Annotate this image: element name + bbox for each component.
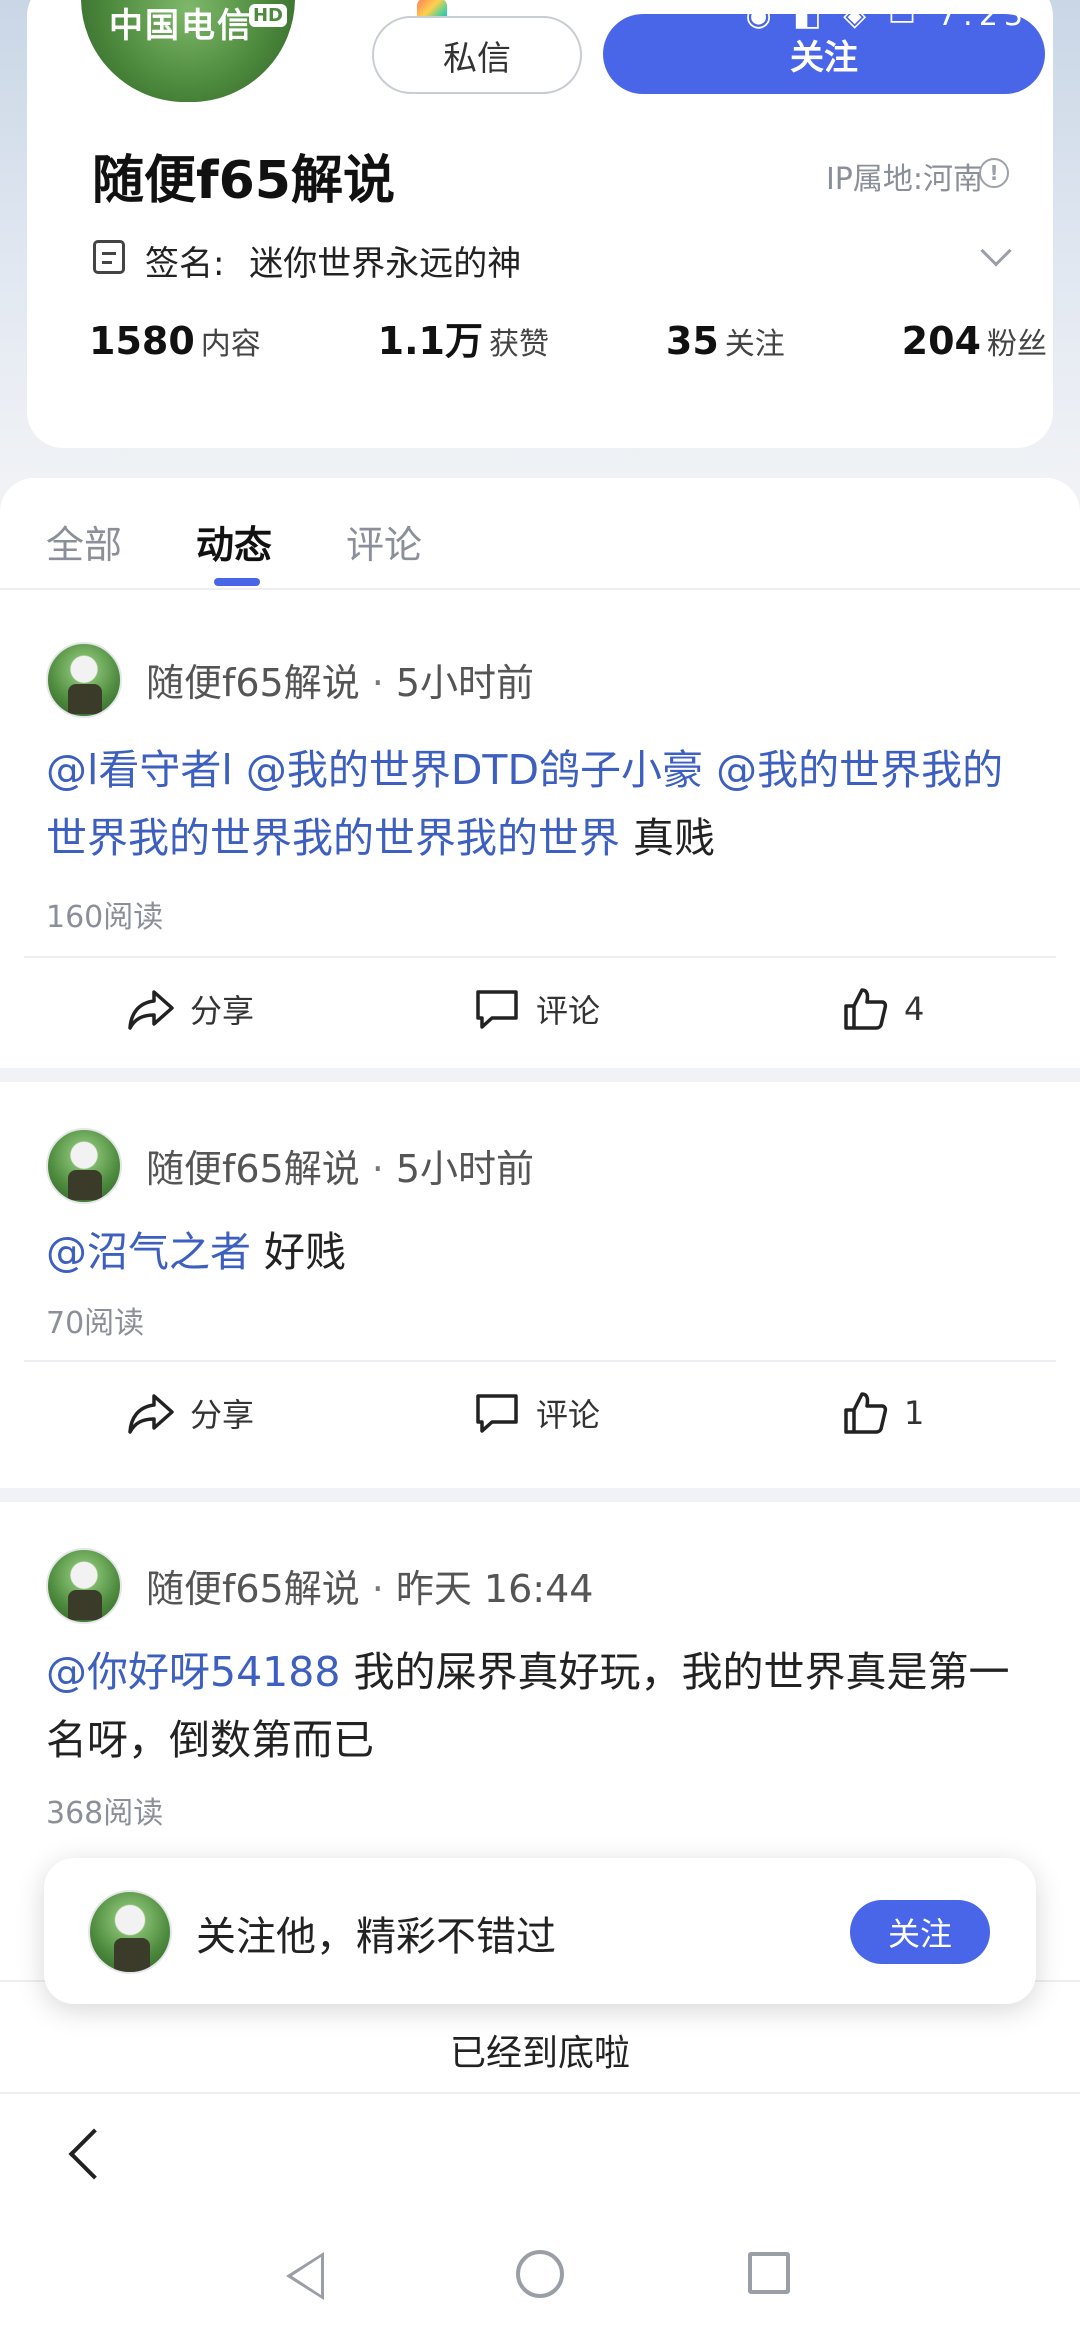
like-button[interactable]: 4 bbox=[840, 986, 924, 1032]
signature: 签名: 迷你世界永远的神 bbox=[145, 236, 521, 285]
hd-badge: HD bbox=[248, 4, 287, 27]
post-header: 随便f65解说 · 5小时前 bbox=[146, 661, 535, 705]
post-body: 好贱 bbox=[264, 1228, 347, 1276]
comment-icon bbox=[476, 1394, 518, 1433]
message-button[interactable]: 私信 bbox=[372, 16, 582, 94]
system-nav-bar bbox=[0, 2240, 1080, 2320]
share-label: 分享 bbox=[190, 992, 255, 1030]
comment-button[interactable]: 评论 bbox=[472, 1390, 600, 1436]
share-label: 分享 bbox=[190, 1396, 255, 1434]
comment-label: 评论 bbox=[536, 1396, 601, 1434]
separator bbox=[0, 1068, 1080, 1082]
info-icon[interactable]: ! bbox=[979, 158, 1009, 188]
post-text[interactable]: @沼气之者 好贱 bbox=[46, 1218, 1036, 1286]
mention-link[interactable]: @l看守者l bbox=[46, 746, 233, 794]
comment-label: 评论 bbox=[536, 992, 601, 1030]
tab-indicator bbox=[214, 578, 260, 586]
mention-link[interactable]: @你好呀54188 bbox=[46, 1648, 340, 1696]
nav-recents-icon[interactable] bbox=[748, 2252, 790, 2294]
share-button[interactable]: 分享 bbox=[126, 1390, 254, 1436]
like-count: 4 bbox=[904, 990, 925, 1028]
stat-label: 获赞 bbox=[488, 327, 549, 362]
stat-label: 粉丝 bbox=[986, 327, 1047, 362]
signature-label: 签名: bbox=[145, 244, 225, 284]
signature-icon bbox=[93, 240, 125, 274]
stat-label: 内容 bbox=[200, 327, 261, 362]
avatar[interactable] bbox=[46, 642, 122, 718]
post-actions: 分享 评论 1 bbox=[0, 1362, 1080, 1462]
thumbs-up-icon bbox=[844, 1392, 888, 1434]
stat-value: 35 bbox=[665, 319, 719, 363]
post-header: 随便f65解说 · 昨天 16:44 bbox=[146, 1567, 594, 1611]
tab-all[interactable]: 全部 bbox=[46, 514, 122, 569]
post-header: 随便f65解说 · 5小时前 bbox=[146, 1147, 535, 1191]
post-body: 真贱 bbox=[633, 814, 716, 862]
share-icon bbox=[128, 1394, 174, 1434]
profile-stats: 1580 内容 1.1万 获赞 35 关注 204 粉丝 bbox=[89, 310, 1047, 365]
chevron-down-icon[interactable] bbox=[980, 235, 1012, 267]
mention-link[interactable]: @我的世界DTD鸽子小豪 bbox=[246, 746, 703, 794]
post-time: 5小时前 bbox=[395, 1147, 535, 1191]
carrier-label: 中国电信 bbox=[109, 6, 253, 46]
read-count: 368阅读 bbox=[46, 1796, 164, 1831]
comment-button[interactable]: 评论 bbox=[472, 986, 600, 1032]
post-time: 5小时前 bbox=[395, 661, 535, 705]
end-of-list: 已经到底啦 bbox=[449, 2033, 630, 2074]
share-icon bbox=[128, 990, 174, 1030]
follow-prompt: 关注他，精彩不错过 关注 bbox=[44, 1858, 1036, 2004]
post-actions: 分享 评论 4 bbox=[0, 958, 1080, 1058]
post-text[interactable]: @你好呀54188 我的屎界真好玩，我的世界真是第一名呀，倒数第而已 bbox=[46, 1638, 1036, 1774]
like-count: 1 bbox=[904, 1394, 925, 1432]
tab-activity[interactable]: 动态 bbox=[196, 514, 272, 569]
share-button[interactable]: 分享 bbox=[126, 986, 254, 1032]
stat-value: 1.1万 bbox=[377, 319, 483, 363]
status-bar: ◉ ◧ ◈ ▭ 7:23 bbox=[746, 0, 1029, 33]
follow-prompt-button[interactable]: 关注 bbox=[850, 1900, 990, 1964]
stat-content[interactable]: 1580 内容 bbox=[89, 319, 261, 363]
stat-label: 关注 bbox=[724, 327, 785, 362]
separator bbox=[0, 1488, 1080, 1502]
thumbs-up-icon bbox=[844, 988, 888, 1030]
signature-text: 迷你世界永远的神 bbox=[249, 244, 522, 284]
post-time: 昨天 16:44 bbox=[395, 1567, 594, 1611]
mention-link[interactable]: @沼气之者 bbox=[46, 1228, 251, 1276]
avatar[interactable] bbox=[46, 1548, 122, 1624]
profile-name: 随便f65解说 bbox=[92, 151, 395, 211]
stat-value: 1580 bbox=[89, 319, 195, 363]
status-time: 7:23 bbox=[937, 0, 1029, 33]
nav-back-icon[interactable] bbox=[286, 2252, 324, 2300]
tab-bar: 全部 动态 评论 bbox=[0, 478, 1080, 590]
avatar[interactable] bbox=[46, 1128, 122, 1204]
follow-prompt-text: 关注他，精彩不错过 bbox=[196, 1914, 556, 1960]
comment-icon bbox=[476, 990, 518, 1029]
status-icons: ◉ ◧ ◈ ▭ bbox=[745, 0, 938, 33]
feed: 全部 动态 评论 随便f65解说 · 5小时前 @l看守者l @我的世界DTD鸽子小… bbox=[0, 478, 1080, 2098]
post-author[interactable]: 随便f65解说 bbox=[146, 1567, 360, 1611]
post-text[interactable]: @l看守者l @我的世界DTD鸽子小豪 @我的世界我的世界我的世界我的世界我的世… bbox=[46, 736, 1036, 872]
post-author[interactable]: 随便f65解说 bbox=[146, 1147, 360, 1191]
avatar[interactable] bbox=[88, 1890, 172, 1974]
profile-card: 中国电信 HD 私信 关注 ◉ ◧ ◈ ▭ 7:23 随便f65解说 IP属地:… bbox=[27, 0, 1053, 448]
like-button[interactable]: 1 bbox=[840, 1390, 924, 1436]
stat-likes[interactable]: 1.1万 获赞 bbox=[378, 310, 549, 365]
nav-home-icon[interactable] bbox=[516, 2250, 564, 2298]
stat-following[interactable]: 35 关注 bbox=[666, 319, 785, 363]
stat-followers[interactable]: 204 粉丝 bbox=[902, 319, 1047, 363]
read-count: 70阅读 bbox=[46, 1306, 145, 1341]
stat-value: 204 bbox=[901, 319, 981, 363]
ip-location: IP属地:河南 bbox=[825, 162, 983, 197]
post-author[interactable]: 随便f65解说 bbox=[146, 661, 360, 705]
read-count: 160阅读 bbox=[46, 900, 164, 935]
tab-comments[interactable]: 评论 bbox=[346, 514, 422, 569]
profile-avatar[interactable]: 中国电信 HD bbox=[75, 0, 301, 108]
